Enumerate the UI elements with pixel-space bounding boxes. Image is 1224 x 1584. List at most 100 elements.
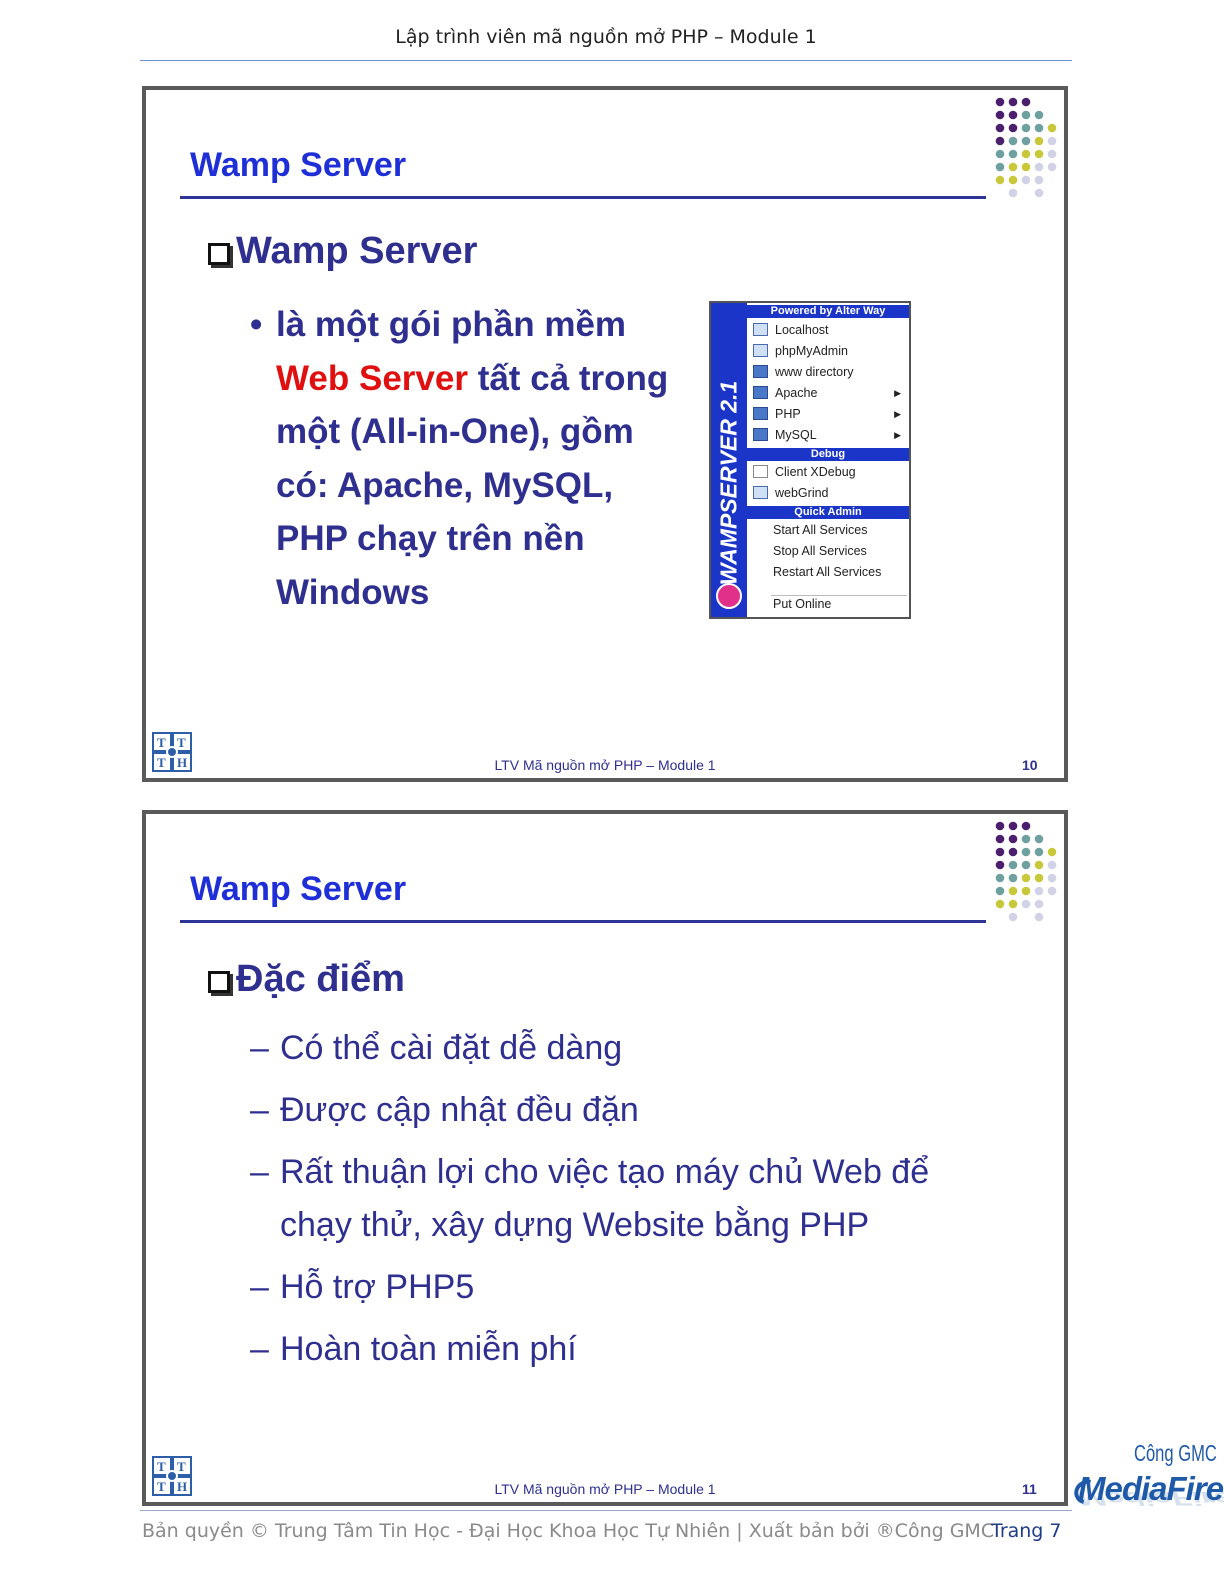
folder-icon <box>753 365 768 378</box>
decor-dot <box>1008 886 1018 896</box>
decor-dot <box>995 97 1005 107</box>
decor-dot <box>1047 149 1057 159</box>
wamp-admin-header: Quick Admin <box>747 506 909 519</box>
wamp-debug-header: Debug <box>747 448 909 461</box>
decor-dot <box>1008 873 1018 883</box>
decor-dot <box>1047 123 1057 133</box>
submenu-arrow-icon: ▶ <box>894 409 901 419</box>
menu-item-mysql[interactable]: MySQL ▶ <box>749 425 907 445</box>
menu-item-start-all[interactable]: Start All Services <box>749 520 931 540</box>
dot-grid <box>995 97 1057 198</box>
menu-item-php[interactable]: PHP ▶ <box>749 404 907 424</box>
slide-title: Wamp Server <box>190 870 407 908</box>
decor-dot <box>995 873 1005 883</box>
list-item: – Được cập nhật đều đặn <box>250 1091 639 1129</box>
decor-dot <box>1047 136 1057 146</box>
page-icon <box>753 344 768 357</box>
bullet-paragraph: • là một gói phần mềm Web Server tất cả t… <box>250 298 684 619</box>
menu-item-client-xdebug[interactable]: Client XDebug <box>749 462 907 482</box>
page-icon <box>753 486 768 499</box>
wampserver-menu: WAMPSERVER 2.1 Powered by Alter Way Loca… <box>709 301 911 619</box>
decor-dot <box>1047 162 1057 172</box>
decor-dot <box>1034 847 1044 857</box>
decor-dot <box>1034 123 1044 133</box>
slide-title: Wamp Server <box>190 146 407 184</box>
slide-10: Wamp Server Wamp Server • là một gói phầ… <box>142 86 1068 782</box>
decor-dot <box>1021 886 1031 896</box>
slide-footer: LTV Mã nguồn mở PHP – Module 1 <box>494 757 716 773</box>
decor-dot <box>1034 886 1044 896</box>
slide-footer: LTV Mã nguồn mở PHP – Module 1 <box>494 1481 716 1497</box>
decor-dot <box>1021 110 1031 120</box>
wamp-logo-icon <box>716 583 742 609</box>
decor-dot <box>1021 162 1031 172</box>
decor-dot <box>1034 110 1044 120</box>
decor-dot <box>1008 110 1018 120</box>
decor-dot <box>1034 149 1044 159</box>
menu-item-localhost[interactable]: Localhost <box>749 320 907 340</box>
wamp-side-banner: WAMPSERVER 2.1 <box>711 303 747 617</box>
list-item: – Hỗ trợ PHP5 <box>250 1268 475 1306</box>
decor-dot <box>1008 97 1018 107</box>
folder-icon <box>753 386 768 399</box>
page-number: Trang 7 <box>991 1520 1062 1542</box>
decor-dot <box>1021 149 1031 159</box>
bullet-text-before: là một gói phần mềm <box>276 305 627 344</box>
decor-dot <box>1021 899 1031 909</box>
decor-dot <box>1008 149 1018 159</box>
wamp-top-header: Powered by Alter Way <box>747 305 909 318</box>
decor-dot <box>1008 912 1018 922</box>
mediafire-watermark: Công GMC MediaFire MediaFire <box>1069 1440 1224 1544</box>
decor-dot <box>1008 123 1018 133</box>
submenu-arrow-icon: ▶ <box>894 388 901 398</box>
decor-dot <box>1034 899 1044 909</box>
decor-dots <box>995 97 1057 198</box>
folder-icon <box>753 407 768 420</box>
decor-dot <box>1008 162 1018 172</box>
section-heading: Wamp Server <box>208 230 477 273</box>
menu-item-put-online[interactable]: Put Online <box>749 594 931 614</box>
copyright-text: Bản quyền © Trung Tâm Tin Học - Đại Học … <box>142 1520 995 1542</box>
decor-dot <box>995 834 1005 844</box>
decor-dot <box>1047 860 1057 870</box>
folder-icon <box>753 428 768 441</box>
decor-dot <box>1021 834 1031 844</box>
decor-dot <box>1034 873 1044 883</box>
decor-dot <box>995 860 1005 870</box>
menu-item-apache[interactable]: Apache ▶ <box>749 383 907 403</box>
slide-number: 11 <box>1022 1481 1037 1497</box>
decor-dot <box>995 175 1005 185</box>
decor-dot <box>1021 175 1031 185</box>
menu-item-stop-all[interactable]: Stop All Services <box>749 541 931 561</box>
decor-dot <box>995 899 1005 909</box>
list-item: – Có thể cài đặt dễ dàng <box>250 1029 623 1067</box>
decor-dot <box>1034 175 1044 185</box>
bullet-highlight: Web Server <box>276 358 468 398</box>
decor-dot <box>1047 886 1057 896</box>
menu-item-webgrind[interactable]: webGrind <box>749 483 907 503</box>
decor-dot <box>1021 873 1031 883</box>
decor-dot <box>1021 821 1031 831</box>
menu-item-phpmyadmin[interactable]: phpMyAdmin <box>749 341 907 361</box>
decor-dot <box>1008 834 1018 844</box>
decor-dot <box>1034 162 1044 172</box>
dot-grid <box>995 821 1057 922</box>
footer-rule <box>140 1510 1072 1511</box>
decor-dot <box>995 123 1005 133</box>
decor-dot <box>995 162 1005 172</box>
section-heading-text: Đặc điểm <box>236 958 405 1000</box>
decor-dot <box>1021 860 1031 870</box>
decor-dot <box>1008 860 1018 870</box>
checkbox-bullet-icon <box>208 243 230 265</box>
watermark-reflection: MediaFire <box>1078 1487 1224 1510</box>
decor-dot <box>995 847 1005 857</box>
decor-dot <box>1021 97 1031 107</box>
page-header: Lập trình viên mã nguồn mở PHP – Module … <box>140 26 1072 61</box>
decor-dot <box>995 136 1005 146</box>
decor-dot <box>1034 860 1044 870</box>
title-rule <box>180 196 986 199</box>
menu-item-restart-all[interactable]: Restart All Services <box>749 562 931 582</box>
decor-dot <box>995 110 1005 120</box>
feature-list: – Có thể cài đặt dễ dàng – Được cập nhật đ… <box>250 1022 990 1385</box>
menu-item-www-directory[interactable]: www directory <box>749 362 907 382</box>
